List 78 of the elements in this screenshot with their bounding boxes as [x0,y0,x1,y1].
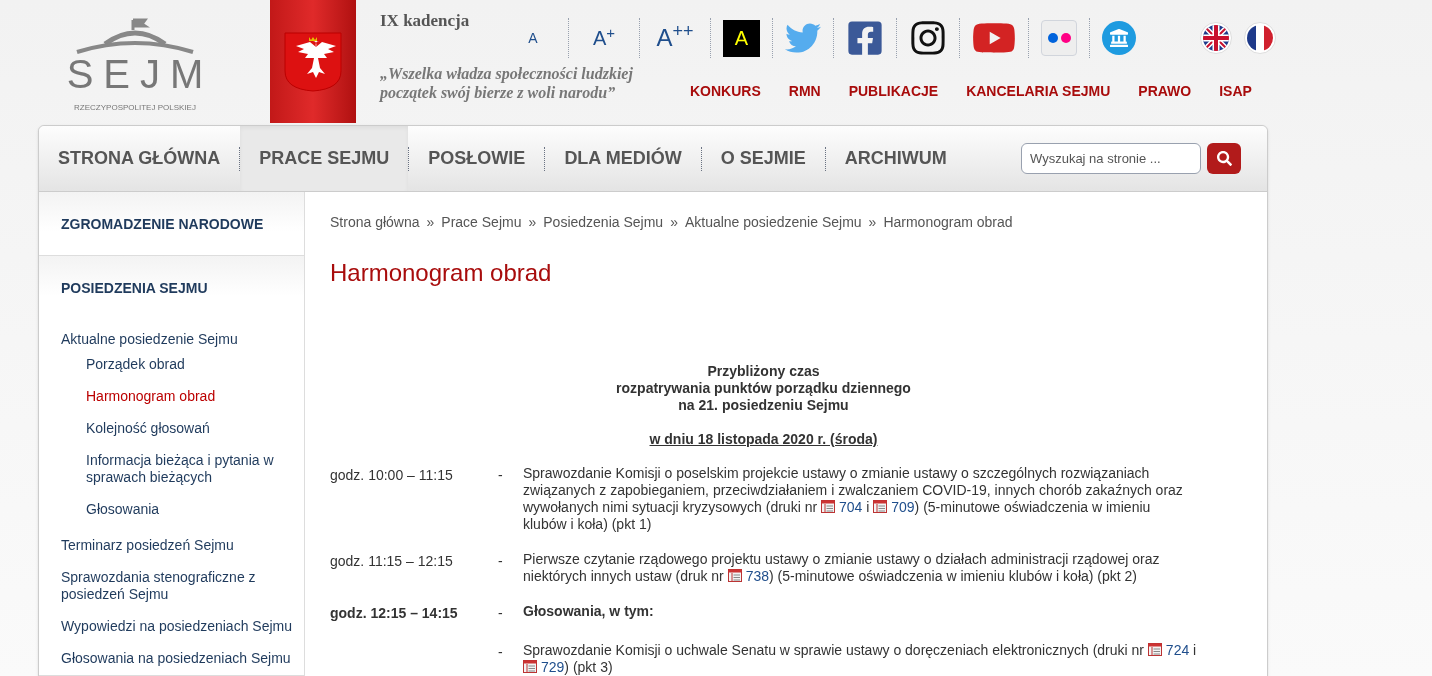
agenda-dash: - [498,466,504,485]
agenda-dash: - [498,643,504,662]
font-size-button[interactable]: A [510,28,556,48]
breadcrumb-separator: » [868,213,877,232]
font-size-button[interactable]: A$^{++}$ [652,22,698,54]
agenda-dash: - [498,604,504,623]
agenda-description: Sprawozdanie Komisji o poselskim projekcie ustawy o zmianie ustawy o szczególnych rozwiązaniach związanych z zapobieganiem, przeciwdziałaniem i zwalczaniem COVID-19, innych chorób zakaźnych oraz wywołanych nimi sytuacji kryzysowych (druki nr 704 i 709) (5-minutowe oświadczenia w imieniu klubów i koła) (pkt 1) [523,465,1184,533]
term-label: IX kadencja [380,10,471,32]
font-size-button[interactable]: A$^{+}$ [581,24,627,52]
breadcrumb-separator: » [670,213,678,232]
document-table-icon [820,500,835,513]
document-table-icon [727,569,742,582]
breadcrumb-link[interactable]: Prace Sejmu [441,212,522,233]
nav-tab[interactable]: ARCHIWUM [825,126,966,191]
sidebar-link[interactable]: Wypowiedzi na posiedzeniach Sejmu [61,618,296,635]
nav-tab[interactable]: PRACE SEJMU [240,126,409,191]
schedule-heading: Przybliżony czas [707,363,820,380]
schedule-heading: na 21. posiedzeniu Sejmu [678,397,849,414]
search-button[interactable] [1207,143,1241,174]
sidebar-heading[interactable]: ZGROMADZENIE NARODOWE [39,192,304,255]
breadcrumb-link[interactable]: Aktualne posiedzenie Sejmu [684,212,862,233]
french-flag-icon[interactable] [1244,22,1276,54]
sidebar-sublink[interactable]: Harmonogram obrad [86,388,296,405]
top-link[interactable]: PRAWO [1138,81,1192,102]
uk-flag-icon[interactable] [1200,22,1232,54]
print-link[interactable]: 729 [523,659,565,675]
print-link[interactable]: 709 [873,499,915,515]
print-link[interactable]: 738 [727,568,769,584]
schedule-heading: rozpatrywania punktów porządku dziennego [616,380,911,397]
agenda-dash: - [498,552,504,571]
top-link[interactable]: KANCELARIA SEJMU [966,81,1111,102]
agenda-description: Pierwsze czytanie rządowego projektu ustawy o zmianie ustawy o działach administracji rządowej oraz niektórych innych ustaw (druk nr 738) (5-minutowe oświadczenia w imieniu klubów i koła) (pkt 2) [523,551,1161,585]
top-link[interactable]: ISAP [1219,81,1252,102]
sidebar-link[interactable]: Aktualne posiedzenie Sejmu [61,331,296,348]
breadcrumb-separator: » [426,213,435,232]
document-table-icon [523,660,537,673]
contrast-button[interactable]: A [723,19,760,57]
nav-tab[interactable]: STRONA GŁÓWNA [39,126,240,191]
parliament-dome-icon [75,17,195,54]
sidebar-link[interactable]: Terminarz posiedzeń Sejmu [61,537,296,554]
agenda-time: godz. 12:15 – 14:15 [330,604,459,623]
document-table-icon [873,500,888,513]
print-link[interactable]: 704 [820,499,863,515]
facebook-icon[interactable] [846,19,884,57]
logo-wordmark: SEJM [65,53,214,94]
institution-icon[interactable] [1102,21,1136,55]
agenda-time: godz. 11:15 – 12:15 [330,552,454,571]
schedule-date: w dniu 18 listopada 2020 r. (środa) [649,431,878,448]
sidebar-sublink[interactable]: Informacja bieżąca i pytania w sprawach bieżących [86,452,296,486]
flickr-icon[interactable] [1041,20,1077,56]
nav-tab[interactable]: DLA MEDIÓW [545,126,701,191]
agenda-description: Głosowania, w tym: [523,603,655,621]
sidebar-sublink[interactable]: Porządek obrad [86,356,296,373]
instagram-icon[interactable] [909,19,947,57]
agenda-description: Sprawozdanie Komisji o uchwale Senatu w sprawie ustawy o doręczeniach elektronicznych (druki nr 724 i 729) (pkt 3) [523,642,1197,676]
sidebar-heading[interactable]: POSIEDZENIA SEJMU [39,256,304,319]
top-link[interactable]: RMN [788,81,821,102]
breadcrumb-link[interactable]: Posiedzenia Sejmu [543,212,664,233]
agenda-time: godz. 10:00 – 11:15 [330,466,454,485]
top-link[interactable]: PUBLIKACJE [848,81,939,102]
sidebar-link[interactable]: Sprawozdania stenograficzne z posiedzeń Sejmu [61,569,296,603]
breadcrumb-separator: » [528,213,537,232]
print-link[interactable]: 724 [1147,642,1190,658]
sidebar-link[interactable]: Głosowania na posiedzeniach Sejmu [61,650,296,667]
top-link[interactable]: KONKURS [690,81,761,102]
search-field[interactable]: Wyszukaj na stronie ... [1021,143,1201,174]
document-table-icon [1147,643,1162,656]
logo-subtitle: RZECZYPOSPOLITEJ POLSKIEJ [74,101,196,114]
coat-of-arms-drawing [283,30,343,93]
nav-tab[interactable]: POSŁOWIE [409,126,545,191]
breadcrumb-link[interactable]: Harmonogram obrad [883,212,1013,233]
breadcrumb-link[interactable]: Strona główna [330,212,420,233]
page-title: Harmonogram obrad [330,258,553,288]
motto: „Wszelka władza społeczności ludzkiej początek swój bierze z woli narodu” [380,64,634,102]
sidebar-sublink[interactable]: Kolejność głosowań [86,420,296,437]
nav-tab[interactable]: O SEJMIE [701,126,825,191]
sidebar-sublink[interactable]: Głosowania [86,501,296,518]
search-icon [1216,151,1232,166]
